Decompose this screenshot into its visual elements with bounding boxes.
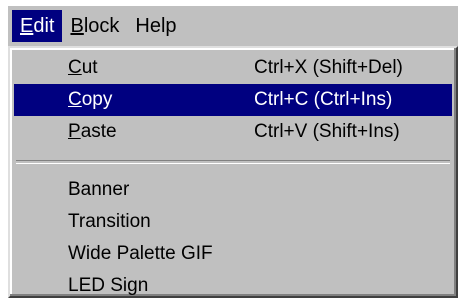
- menu-item-copy[interactable]: Copy Ctrl+C (Ctrl+Ins): [14, 84, 452, 116]
- menu-item-copy-label: Copy: [68, 84, 112, 116]
- menu-item-cut-shortcut: Ctrl+X (Shift+Del): [254, 57, 403, 78]
- menu-block[interactable]: Block: [62, 10, 127, 42]
- menu-block-mnemonic: B: [70, 15, 84, 37]
- menu-item-cut-text: ut: [81, 57, 98, 78]
- menu-item-wide-palette-gif[interactable]: Wide Palette GIF: [14, 238, 452, 270]
- menu-edit[interactable]: Edit: [12, 10, 63, 42]
- menu-item-paste-text: aste: [80, 121, 117, 142]
- menu-item-led-sign-label: LED Sign: [68, 275, 149, 296]
- menu-item-paste-label: Paste: [68, 116, 117, 148]
- menu-item-cut-label: Cut: [68, 52, 98, 84]
- screenshot-canvas: Edit Block Help Cut Ctrl+X (Shift+Del) C…: [0, 0, 462, 302]
- menu-help-label: Help: [135, 15, 177, 37]
- edit-dropdown-menu: Cut Ctrl+X (Shift+Del) Copy Ctrl+C (Ctrl…: [8, 46, 458, 298]
- menu-item-transition-label: Transition: [68, 211, 151, 232]
- menu-item-cut-mnemonic: C: [68, 57, 82, 78]
- menu-item-paste-mnemonic: P: [68, 121, 81, 142]
- menu-item-led-sign[interactable]: LED Sign: [14, 270, 452, 302]
- menu-item-copy-shortcut: Ctrl+C (Ctrl+Ins): [254, 89, 393, 110]
- menu-item-wide-palette-gif-label: Wide Palette GIF: [68, 243, 213, 264]
- menu-item-paste[interactable]: Paste Ctrl+V (Shift+Ins): [14, 116, 452, 148]
- menu-block-label: lock: [83, 15, 120, 37]
- menu-edit-label: dit: [33, 15, 55, 37]
- menu-edit-mnemonic: E: [20, 15, 34, 37]
- menu-item-transition[interactable]: Transition: [14, 206, 452, 238]
- menu-bar: Edit Block Help: [8, 6, 458, 46]
- menu-item-cut[interactable]: Cut Ctrl+X (Shift+Del): [14, 52, 452, 84]
- menu-item-banner-label: Banner: [68, 179, 130, 200]
- menu-item-banner[interactable]: Banner: [14, 174, 452, 206]
- menu-item-copy-mnemonic: C: [68, 89, 82, 110]
- menu-item-paste-shortcut: Ctrl+V (Shift+Ins): [254, 121, 400, 142]
- menu-separator: [16, 160, 450, 164]
- menu-help[interactable]: Help: [127, 10, 184, 42]
- menu-item-copy-text: opy: [81, 89, 113, 110]
